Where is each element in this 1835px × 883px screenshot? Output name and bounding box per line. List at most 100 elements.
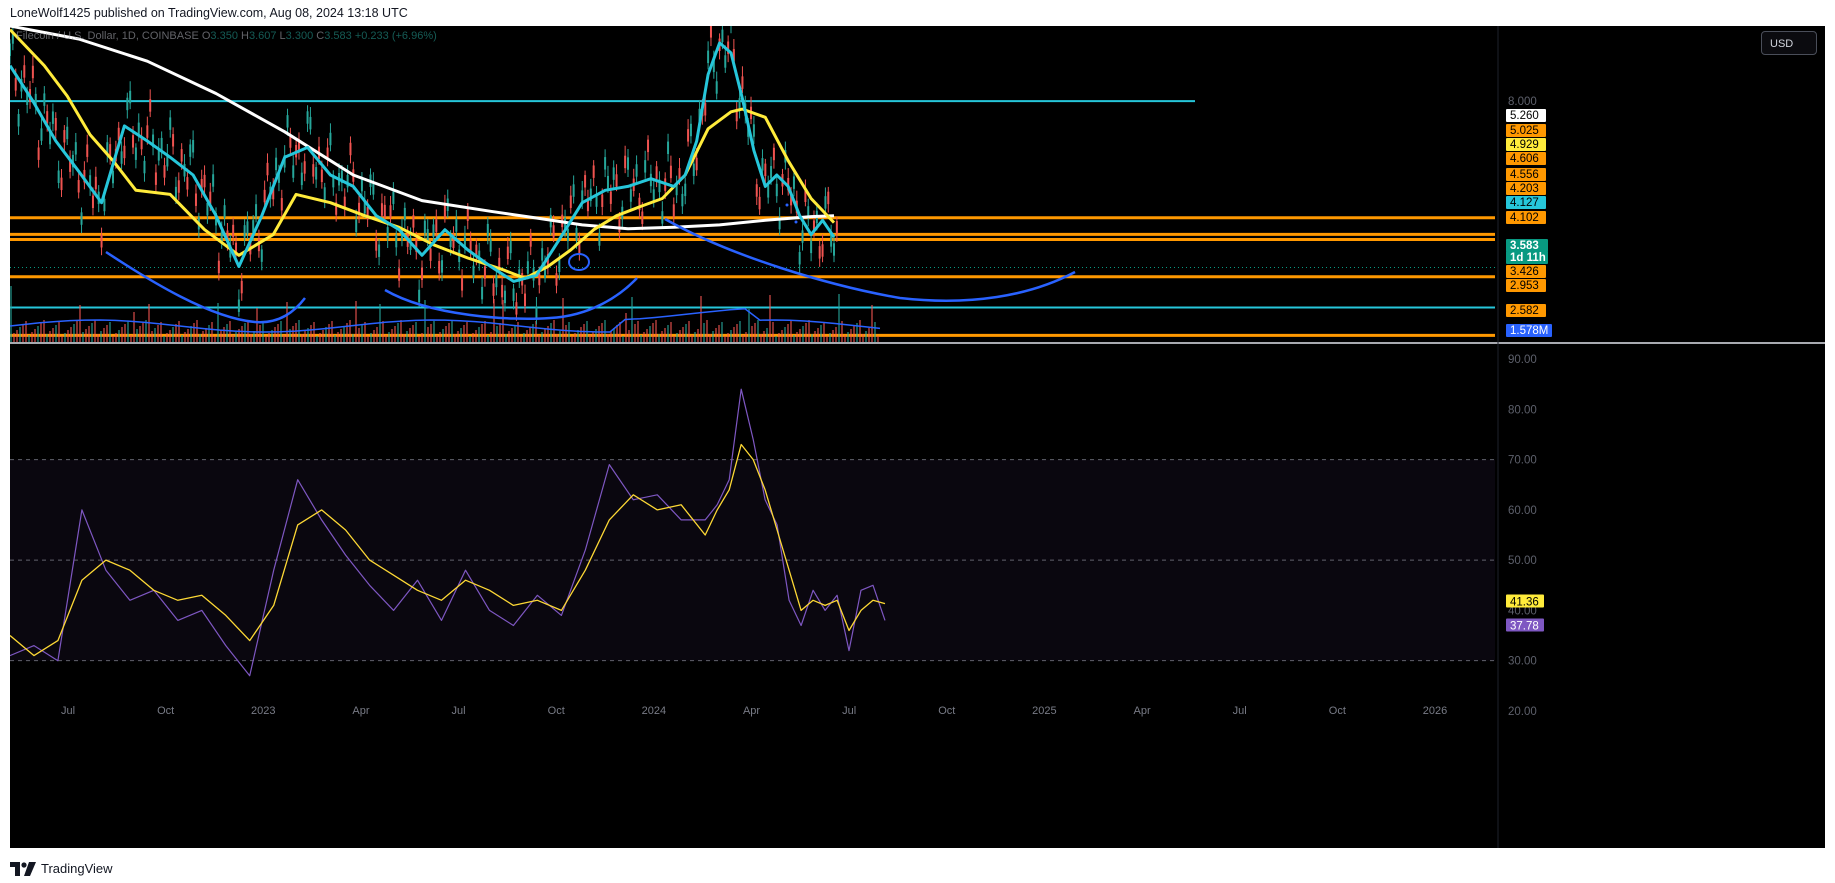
candle-body <box>292 165 295 178</box>
candle-body <box>163 165 166 178</box>
volume-bar <box>694 332 696 342</box>
candle-body <box>177 180 180 193</box>
volume-bar <box>274 327 276 342</box>
volume-bar <box>31 332 33 342</box>
volume-bar <box>268 333 270 342</box>
volume-bar <box>658 334 660 342</box>
candle-body <box>212 174 215 187</box>
candle-body <box>715 81 718 94</box>
volume-bar <box>802 326 804 342</box>
volume-bar <box>859 320 861 342</box>
legend-part: H <box>241 30 249 42</box>
volume-bar <box>634 324 636 342</box>
volume-bar <box>376 327 378 342</box>
volume-bar <box>484 321 486 342</box>
candle-body <box>835 221 838 234</box>
candle-body <box>389 205 392 218</box>
candle-body <box>86 144 89 157</box>
x-axis-tick: Jul <box>842 705 856 717</box>
candle-body <box>672 204 675 217</box>
volume-bar <box>628 330 630 342</box>
volume-bar <box>220 330 222 342</box>
volume-bar <box>724 336 726 342</box>
candle-body <box>403 207 406 221</box>
hand-drawn-curve <box>384 277 638 321</box>
candle-body <box>189 144 192 157</box>
volume-bar <box>283 335 285 342</box>
volume-bar <box>664 328 666 342</box>
volume-bar <box>277 324 279 342</box>
published-line: LoneWolf1425 published on TradingView.co… <box>10 6 408 20</box>
volume-bar <box>154 328 156 342</box>
candle-body <box>63 130 66 143</box>
x-axis-tick: Oct <box>1329 705 1346 717</box>
candle-body <box>501 284 504 298</box>
candle-body <box>386 227 389 240</box>
candle-body <box>569 195 572 208</box>
volume-bar <box>205 328 207 342</box>
candle-body <box>392 191 395 204</box>
candle-body <box>126 97 129 111</box>
currency-button[interactable]: USD <box>1761 31 1817 55</box>
candle-body <box>644 160 647 173</box>
candle-body <box>741 76 744 89</box>
tradingview-footer[interactable]: TradingView <box>10 861 113 876</box>
candle-body <box>604 157 607 170</box>
candle-body <box>309 116 312 130</box>
volume-bar <box>550 323 552 342</box>
candle-body <box>438 261 441 274</box>
volume-bar <box>868 328 870 342</box>
volume-bar <box>241 326 243 342</box>
candle-body <box>704 103 707 116</box>
candle-body <box>320 169 323 183</box>
volume-bar <box>169 330 171 342</box>
footer-brand: TradingView <box>41 861 113 876</box>
candle-body <box>810 240 813 254</box>
volume-bar <box>37 326 39 342</box>
price-label: 5.025 <box>1510 125 1539 137</box>
candle-body <box>584 175 587 188</box>
volume-bar <box>793 335 795 342</box>
volume-bar <box>313 322 315 342</box>
volume-bar <box>493 299 495 342</box>
price-axis-tick: 8.000 <box>1508 96 1537 108</box>
candle-body <box>529 234 532 247</box>
candle-body <box>509 240 512 254</box>
volume-bar <box>877 336 879 342</box>
candle-body <box>833 243 835 256</box>
candle-body <box>667 141 670 155</box>
legend-part: C <box>316 30 324 42</box>
volume-bar <box>385 335 387 342</box>
candle-body <box>767 185 770 198</box>
candle-body <box>466 208 469 221</box>
chart-legend[interactable]: Filecoin / U.S. Dollar, 1D, COINBASE O3.… <box>16 30 437 42</box>
rsi-band-background <box>10 459 1495 661</box>
dot-annotation <box>785 203 789 207</box>
volume-bar <box>466 322 468 342</box>
volume-bar <box>556 334 558 342</box>
candle-body <box>655 166 658 179</box>
volume-bar <box>661 331 663 342</box>
candle-body <box>615 174 618 187</box>
rsi-value-label: 37.78 <box>1510 621 1539 633</box>
volume-bar <box>301 334 303 342</box>
chart-canvas[interactable]: Jul Oct 2023 Apr Jul Oct 2024 Apr Jul Oct 2025 Apr J… <box>10 26 1825 848</box>
candle-body <box>526 261 529 274</box>
candle-body <box>761 158 764 171</box>
volume-bar <box>523 333 525 342</box>
chart-frame[interactable]: Jul Oct 2023 Apr Jul Oct 2024 Apr Jul Oct 2025 Apr J… <box>10 26 1825 848</box>
volume-bar <box>811 334 813 342</box>
candle-body <box>506 246 509 260</box>
rsi-axis-tick: 80.00 <box>1508 404 1537 416</box>
volume-bar <box>787 324 789 342</box>
price-label: 4.556 <box>1510 169 1539 181</box>
volume-bar <box>97 334 99 342</box>
volume-bar <box>316 336 318 342</box>
volume-bar <box>772 322 774 342</box>
volume-bar <box>193 323 195 342</box>
candle-body <box>472 265 475 279</box>
candle-body <box>692 163 695 177</box>
price-label: 5.260 <box>1510 110 1539 122</box>
volume-bar <box>622 336 624 342</box>
volume-bar <box>487 335 489 342</box>
